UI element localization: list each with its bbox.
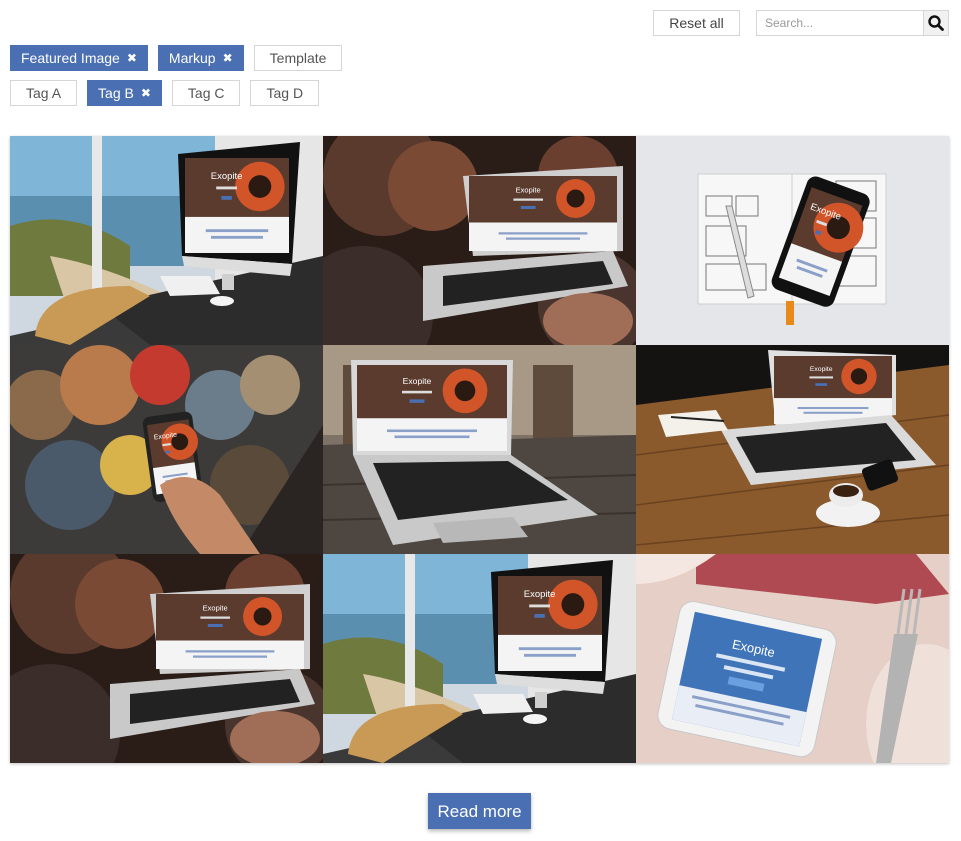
toolbar: Reset all (653, 10, 949, 36)
svg-text:Exopite: Exopite (403, 376, 432, 386)
reset-all-button[interactable]: Reset all (653, 10, 740, 36)
svg-text:Exopite: Exopite (203, 604, 228, 613)
filter-markup[interactable]: Markup ✖ (157, 45, 244, 71)
svg-text:Exopite: Exopite (810, 366, 833, 373)
gallery-item[interactable]: Exopite (636, 554, 949, 763)
filter-label: Tag B (98, 85, 134, 101)
gallery-thumbnail: Exopite (636, 554, 949, 763)
gallery-item[interactable]: Exopite (323, 345, 636, 554)
gallery-thumbnail: Exopite (10, 136, 323, 345)
svg-text:Exopite: Exopite (211, 171, 243, 182)
gallery-item[interactable]: Exopite (10, 345, 323, 554)
gallery-thumbnail: Exopite (323, 345, 636, 554)
filter-label: Featured Image (21, 50, 120, 66)
filter-tag-c[interactable]: Tag C (171, 80, 241, 106)
gallery-thumbnail: Exopite (323, 136, 636, 345)
gallery-item[interactable]: Exopite (323, 136, 636, 345)
gallery-item[interactable]: Exopite (10, 554, 323, 763)
gallery-item[interactable]: Exopite (323, 554, 636, 763)
filter-template[interactable]: Template (253, 45, 343, 71)
filter-tag-a[interactable]: Tag A (10, 80, 78, 106)
gallery-item[interactable]: Exopite (636, 136, 949, 345)
gallery-thumbnail: Exopite (10, 345, 323, 554)
gallery-thumbnail: Exopite (636, 136, 949, 345)
svg-text:Exopite: Exopite (524, 589, 556, 600)
remove-icon[interactable]: ✖ (127, 46, 137, 70)
gallery-grid: Exopite Exopite Exopite Exopite Exopite … (10, 136, 949, 763)
gallery-item[interactable]: Exopite (636, 345, 949, 554)
search-icon (928, 15, 944, 31)
search-button[interactable] (923, 11, 948, 35)
filter-row-tags: Tag A Tag B ✖ Tag C Tag D (10, 80, 320, 106)
filter-tag-d[interactable]: Tag D (250, 80, 320, 106)
filter-featured-image[interactable]: Featured Image ✖ (10, 45, 148, 71)
read-more-button[interactable]: Read more (428, 793, 531, 829)
search-input[interactable] (757, 11, 923, 35)
filter-label: Markup (168, 50, 216, 66)
gallery-thumbnail: Exopite (10, 554, 323, 763)
svg-text:Exopite: Exopite (516, 186, 541, 195)
search-box (756, 10, 949, 36)
remove-icon[interactable]: ✖ (223, 46, 233, 70)
remove-icon[interactable]: ✖ (141, 81, 151, 105)
filter-row-categories: Featured Image ✖ Markup ✖ Template (10, 45, 343, 71)
gallery-thumbnail: Exopite (323, 554, 636, 763)
gallery-item[interactable]: Exopite (10, 136, 323, 345)
filter-tag-b[interactable]: Tag B ✖ (87, 80, 162, 106)
gallery-thumbnail: Exopite (636, 345, 949, 554)
